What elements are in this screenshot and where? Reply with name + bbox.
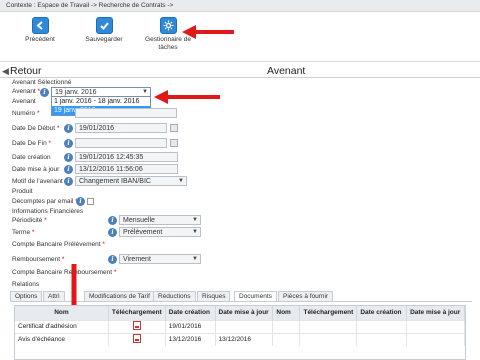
cell-date-maj [215,319,274,333]
table-row: Avis d'échéance 13/12/2016 13/12/2016 [15,332,465,346]
pdf-download-icon[interactable] [132,321,141,330]
cell-date-creation: 13/12/2016 [165,332,216,346]
info-icon[interactable]: i [108,216,117,225]
checkmark-icon [95,17,113,34]
info-icon[interactable]: i [64,124,73,133]
column-header-date-creation[interactable]: Date création [165,306,216,320]
decomptes-checkbox[interactable] [87,198,94,205]
context-breadcrumb: Contexte : Espace de Travail -> Recherch… [0,0,480,12]
motif-select[interactable]: Changement IBAN/BIC ▼ [75,176,187,186]
cell-date-maj: 13/12/2016 [215,332,274,346]
info-icon[interactable]: i [108,228,117,237]
dropdown-arrow-icon: ▼ [192,217,198,223]
tab-documents[interactable]: Documents [234,291,277,301]
info-icon[interactable]: i [64,165,73,174]
tab-pieces-a-fournir[interactable]: Pièces à fournir [278,291,334,301]
terme-select[interactable]: Prélèvement ▼ [119,227,201,237]
documents-table: Nom Téléchargement Date création Date mi… [14,305,466,360]
dropdown-arrow-icon: ▼ [192,256,198,262]
pdf-download-icon[interactable] [132,334,141,344]
red-annotation-arrow-icon [182,25,234,39]
remboursement-label: Remboursement * [12,256,65,263]
column-header-date-mise-a-jour[interactable]: Date mise à jour [215,306,274,320]
section-produit: Produit [12,188,33,195]
title-bar: ◀ Retour Avenant [0,64,480,78]
info-icon[interactable]: i [64,153,73,162]
sauvegarder-label: Sauvegarder [85,36,123,43]
date-creation-label: Date création [12,154,51,161]
avenant-label: Avenant * [12,88,41,95]
dropdown-arrow-icon: ▼ [192,229,198,235]
date-creation-field: 19/01/2016 12:45:35 [75,152,178,162]
column-header-telechargement-2[interactable]: Téléchargement [299,306,358,320]
back-arrow-icon [31,17,49,34]
section-informations-financieres: Informations Financières [12,208,84,215]
red-annotation-arrow-icon [154,90,220,104]
numero-label: Numéro * [12,110,40,117]
calendar-icon[interactable] [170,124,178,132]
periodicite-select[interactable]: Mensuelle ▼ [119,215,201,225]
column-header-date-creation-2[interactable]: Date création [356,306,408,320]
remboursement-select[interactable]: Virement ▼ [119,254,201,264]
dropdown-option-1[interactable]: 1 janv. 2016 - 18 janv. 2016 [52,97,150,106]
date-debut-label: Date De Début * [12,125,60,132]
column-header-nom-2[interactable]: Nom [272,306,301,320]
section-relations: Relations [12,281,40,288]
calendar-icon[interactable] [170,139,178,147]
compte-prelevement-label: Compte Bancaire Prélèvement * [12,241,105,248]
column-header-date-mise-a-jour-2[interactable]: Date mise à jour [406,306,465,320]
avenant-label-2: Avenant [12,98,36,105]
info-icon[interactable]: i [64,177,73,186]
periodicite-label: Périodicité * [12,217,47,224]
tab-attributs[interactable]: Attri [43,291,65,301]
chevron-left-icon[interactable]: ◀ [2,66,9,77]
info-icon[interactable]: i [40,88,49,97]
retour-link[interactable]: Retour [10,65,42,77]
section-avenant-selectionne: Avenant Sélectionné [12,79,72,86]
motif-label: Motif de l'avenant * [12,178,67,185]
page-title: Avenant [267,65,306,77]
date-maj-field: 13/12/2016 11:56:06 [75,164,178,174]
column-header-nom[interactable]: Nom [15,306,109,320]
tab-reductions[interactable]: Réductions [153,291,196,301]
column-header-telechargement[interactable]: Téléchargement [108,306,166,320]
date-maj-label: Date mise à jour [12,166,60,173]
cell-date-creation: 19/01/2016 [165,319,216,333]
cell-nom: Certificat d'adhésion [15,319,109,333]
cell-nom: Avis d'échéance [15,332,109,346]
terme-label: Terme * [12,229,35,236]
decomptes-label: Décomptes par email * [12,198,78,205]
sauvegarder-button[interactable]: Sauvegarder [76,17,132,44]
date-debut-field[interactable]: 19/01/2016 [75,123,167,133]
gestionnaire-label-2: tâches [158,44,178,51]
dropdown-arrow-icon: ▼ [178,178,184,184]
tab-risques[interactable]: Risques [197,291,231,301]
info-icon[interactable]: i [64,139,73,148]
numero-field[interactable] [75,108,177,118]
table-row: Certificat d'adhésion 19/01/2016 [15,319,465,333]
task-manager-icon [159,17,177,34]
date-fin-label: Date De Fin * [12,140,52,147]
toolbar: Précédent Sauvegarder Gestionnaire de tâ… [0,12,480,62]
precedent-label: Précédent [25,36,55,43]
date-fin-field[interactable] [75,138,167,148]
tab-modifications-tarif[interactable]: Modifications de Tarif [84,291,155,301]
table-header-row: Nom Téléchargement Date création Date mi… [15,306,465,320]
info-icon[interactable]: i [76,197,85,206]
tab-options[interactable]: Options [10,291,43,301]
info-icon[interactable]: i [108,255,117,264]
precedent-button[interactable]: Précédent [12,17,68,44]
